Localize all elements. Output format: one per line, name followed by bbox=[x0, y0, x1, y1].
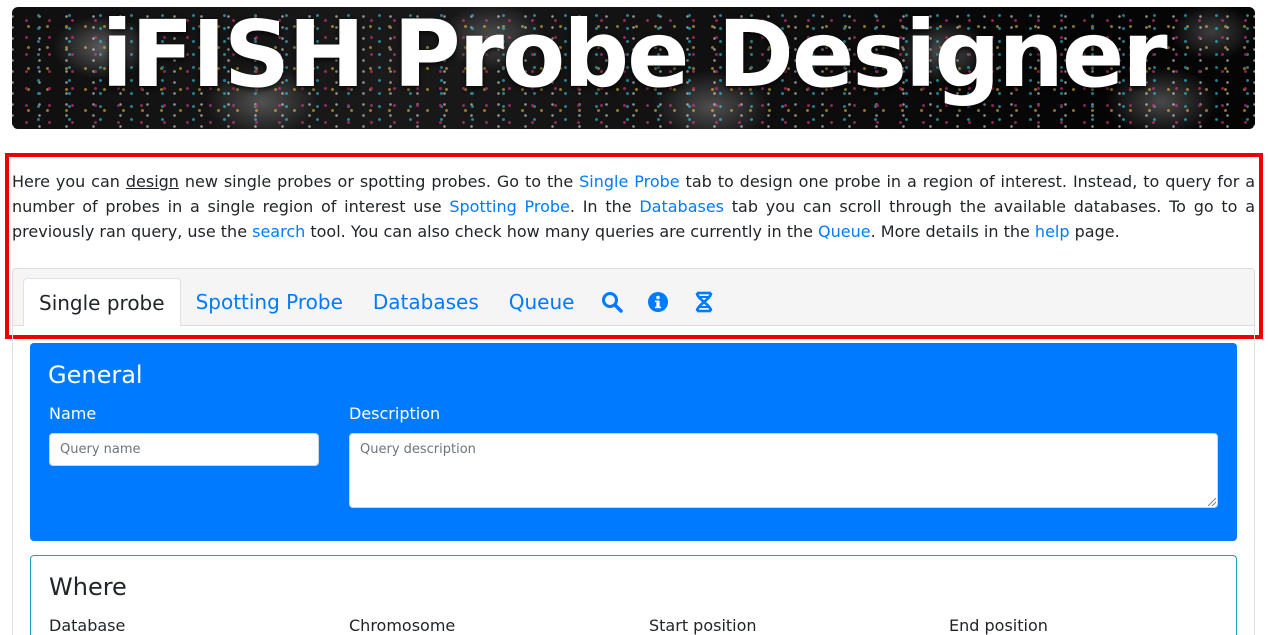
end-position-label: End position bbox=[949, 616, 1048, 635]
database-label: Database bbox=[49, 616, 126, 635]
where-card: Where Database Chromosome Start position… bbox=[30, 555, 1237, 635]
general-card: General Name Description bbox=[30, 343, 1237, 541]
banner-title: iFISH Probe Designer bbox=[101, 7, 1167, 108]
description-wrapper bbox=[349, 433, 1218, 508]
start-position-label: Start position bbox=[649, 616, 757, 635]
chromosome-label: Chromosome bbox=[349, 616, 456, 635]
name-label: Name bbox=[49, 404, 97, 423]
banner: iFISH Probe Designer bbox=[12, 7, 1255, 129]
description-label: Description bbox=[349, 404, 441, 423]
highlight-box bbox=[5, 153, 1263, 339]
name-input[interactable] bbox=[49, 433, 319, 466]
description-input[interactable] bbox=[349, 433, 1218, 508]
general-title: General bbox=[48, 361, 143, 389]
resize-handle[interactable] bbox=[1208, 498, 1216, 506]
where-title: Where bbox=[49, 573, 127, 601]
